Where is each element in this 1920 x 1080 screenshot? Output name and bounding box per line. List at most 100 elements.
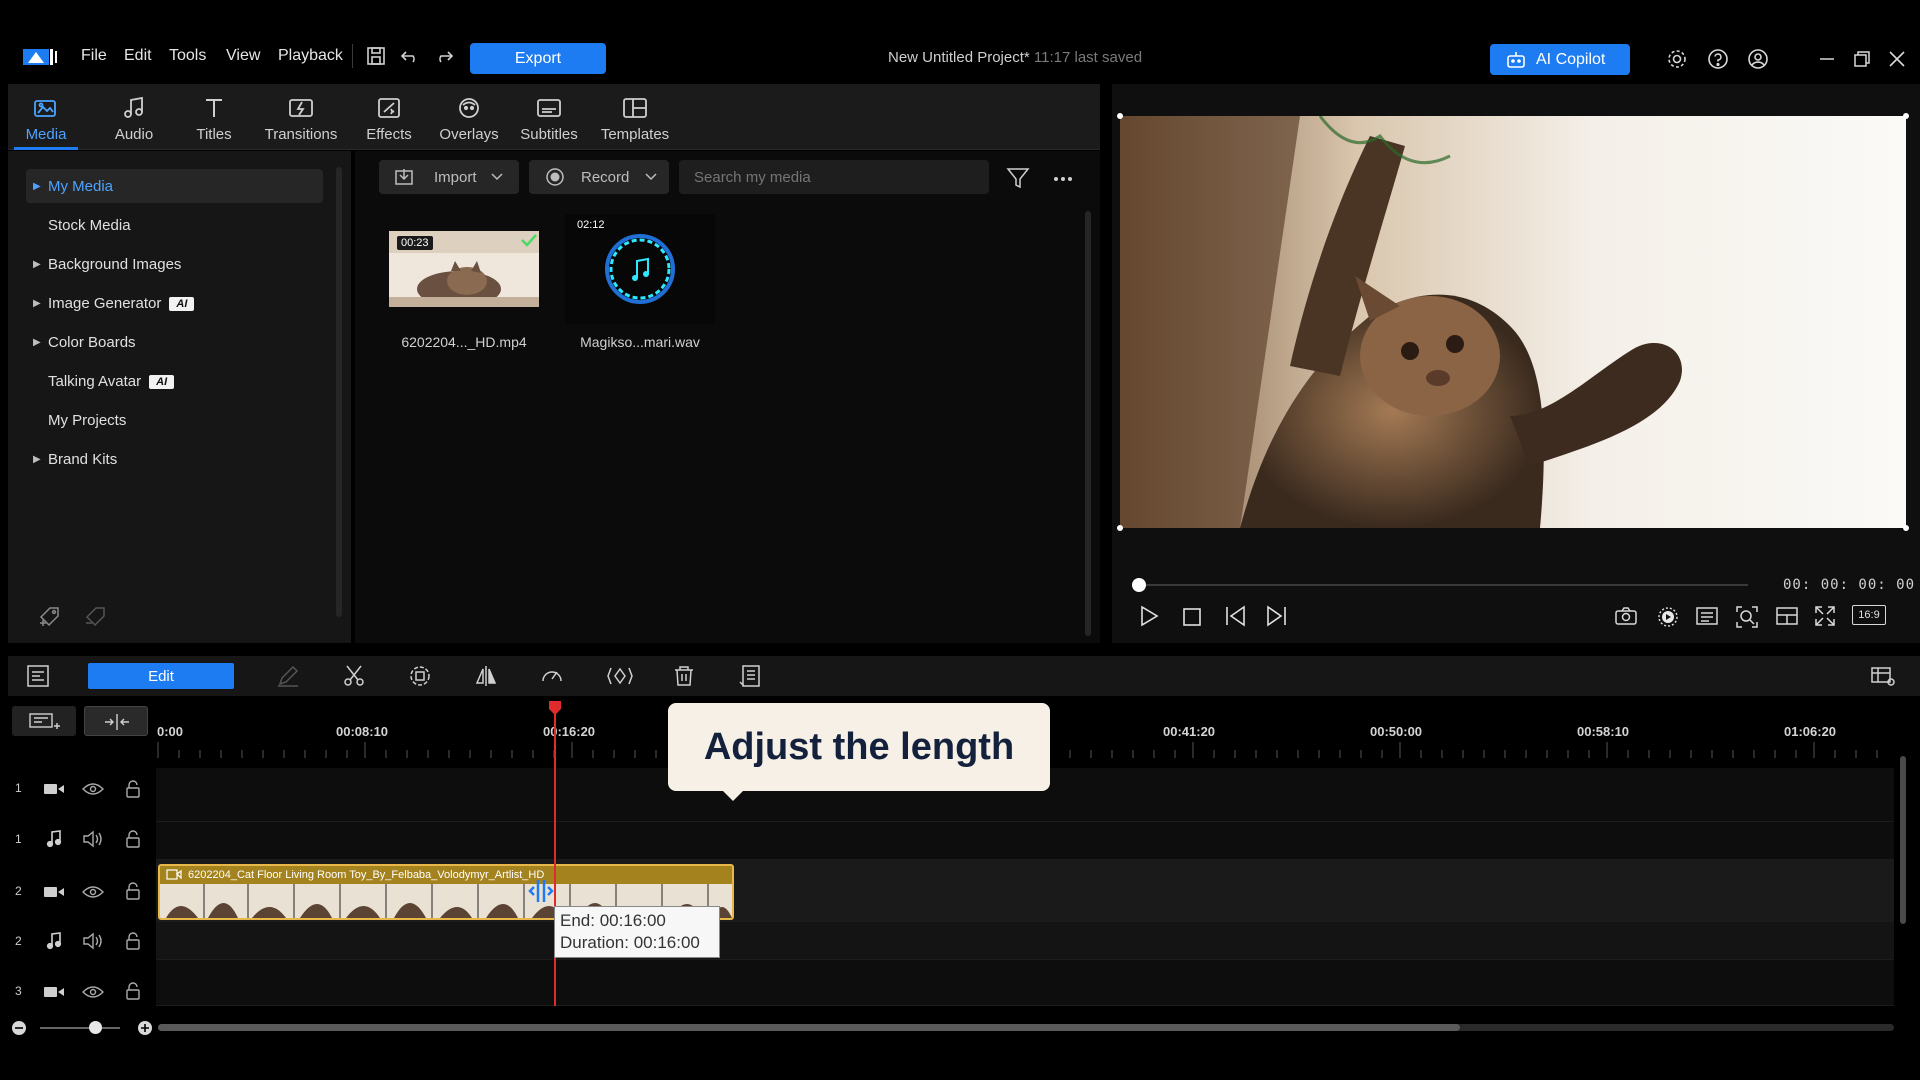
close-icon[interactable] <box>1888 50 1906 68</box>
fullscreen-icon[interactable] <box>1814 605 1836 627</box>
lock-icon[interactable] <box>125 830 141 848</box>
track-video-3[interactable] <box>156 960 1894 1006</box>
speaker-icon[interactable] <box>82 932 104 950</box>
timeline-v-scrollbar[interactable] <box>1900 756 1906 924</box>
sidebar-scrollbar[interactable] <box>336 167 342 617</box>
remove-tag-icon[interactable] <box>84 605 110 627</box>
zoom-fit-icon[interactable] <box>1735 605 1759 629</box>
next-frame-icon[interactable] <box>1264 605 1288 627</box>
expand-arrow-icon[interactable]: ▶ <box>33 337 41 348</box>
previous-frame-icon[interactable] <box>1224 605 1248 627</box>
preview-quality-icon[interactable] <box>1656 605 1680 629</box>
media-scrollbar[interactable] <box>1085 211 1091 636</box>
fit-timeline-button[interactable] <box>84 706 148 736</box>
zoom-slider-handle[interactable] <box>89 1021 102 1034</box>
edit-button[interactable]: Edit <box>88 663 234 689</box>
eye-icon[interactable] <box>82 985 104 999</box>
timeline-settings-icon[interactable] <box>1870 664 1895 688</box>
trash-icon[interactable] <box>672 664 696 688</box>
stop-icon[interactable] <box>1182 607 1202 627</box>
resize-handle[interactable] <box>1903 113 1909 119</box>
undo-icon[interactable] <box>398 44 422 68</box>
restore-icon[interactable] <box>1853 50 1871 68</box>
snapshot-icon[interactable] <box>1614 606 1638 626</box>
tab-overlays[interactable]: Overlays <box>430 84 508 150</box>
menu-playback[interactable]: Playback <box>278 47 343 65</box>
ai-copilot-label: AI Copilot <box>1536 50 1606 68</box>
expand-arrow-icon[interactable]: ▶ <box>33 454 41 465</box>
minimize-icon[interactable] <box>1818 50 1836 68</box>
eye-icon[interactable] <box>82 782 104 796</box>
filter-icon[interactable] <box>1006 166 1030 190</box>
pen-icon[interactable] <box>276 664 300 688</box>
sidebar-item-background-images[interactable]: Background Images <box>48 256 181 273</box>
sidebar-item-image-generator[interactable]: Image Generator AI <box>48 295 195 312</box>
resize-handle[interactable] <box>1117 525 1123 531</box>
scrubber-handle[interactable] <box>1132 578 1146 592</box>
resize-handle[interactable] <box>1117 113 1123 119</box>
ai-copilot-button[interactable]: AI Copilot <box>1490 44 1630 75</box>
zoom-out-icon[interactable] <box>11 1020 27 1036</box>
aspect-ratio-button[interactable]: 16:9 <box>1852 605 1886 625</box>
play-icon[interactable] <box>1138 605 1160 627</box>
track-audio-1[interactable] <box>156 822 1894 860</box>
track-audio-2[interactable] <box>156 922 1894 960</box>
sidebar-item-color-boards[interactable]: Color Boards <box>48 334 136 351</box>
subtitles-toggle-icon[interactable] <box>1695 606 1719 626</box>
expand-arrow-icon[interactable]: ▶ <box>33 181 41 192</box>
zoom-in-icon[interactable] <box>137 1020 153 1036</box>
playhead-line[interactable] <box>554 714 556 1006</box>
import-button[interactable]: Import <box>379 160 519 194</box>
add-track-icon <box>29 713 60 729</box>
tab-transitions[interactable]: Transitions <box>258 84 344 150</box>
keyframe-icon[interactable] <box>606 664 633 688</box>
menu-edit[interactable]: Edit <box>124 47 152 65</box>
add-track-button[interactable] <box>12 706 76 736</box>
record-button[interactable]: Record <box>529 160 669 194</box>
eye-icon[interactable] <box>82 885 104 899</box>
gear-icon[interactable] <box>1666 48 1688 70</box>
menu-tools[interactable]: Tools <box>169 47 206 65</box>
search-input[interactable] <box>679 160 989 194</box>
sidebar-item-talking-avatar[interactable]: Talking Avatar AI <box>48 373 175 390</box>
save-icon[interactable] <box>364 44 388 68</box>
lock-icon[interactable] <box>125 932 141 950</box>
tab-templates[interactable]: Templates <box>592 84 678 150</box>
more-options-icon[interactable] <box>1053 176 1073 182</box>
export-button[interactable]: Export <box>470 43 606 74</box>
layout-icon[interactable] <box>1775 606 1799 626</box>
speed-icon[interactable] <box>540 664 564 688</box>
lock-icon[interactable] <box>125 780 141 798</box>
preview-scrubber[interactable] <box>1138 584 1748 586</box>
lock-icon[interactable] <box>125 982 141 1000</box>
timeline-tools-icon[interactable] <box>26 664 50 688</box>
menu-view[interactable]: View <box>226 47 260 65</box>
preview-video-frame[interactable] <box>1120 116 1906 528</box>
lock-icon[interactable] <box>125 882 141 900</box>
sidebar-item-brand-kits[interactable]: Brand Kits <box>48 451 117 468</box>
trim-cursor-icon[interactable] <box>528 878 554 904</box>
zoom-slider-track[interactable] <box>40 1027 120 1029</box>
scissors-icon[interactable] <box>342 664 366 688</box>
resize-handle[interactable] <box>1903 525 1909 531</box>
timeline-h-scrollbar[interactable] <box>158 1024 1460 1031</box>
sidebar-item-my-projects[interactable]: My Projects <box>48 412 126 429</box>
tab-media[interactable]: Media <box>14 84 78 150</box>
expand-arrow-icon[interactable]: ▶ <box>33 298 41 309</box>
sidebar-item-stock-media[interactable]: Stock Media <box>48 217 131 234</box>
help-icon[interactable] <box>1707 48 1729 70</box>
flip-icon[interactable] <box>474 664 498 688</box>
account-icon[interactable] <box>1747 48 1769 70</box>
expand-arrow-icon[interactable]: ▶ <box>33 259 41 270</box>
redo-icon[interactable] <box>432 44 456 68</box>
sidebar-item-my-media[interactable]: My Media <box>48 178 113 195</box>
tab-subtitles[interactable]: Subtitles <box>510 84 588 150</box>
add-tag-icon[interactable] <box>38 605 64 627</box>
menu-file[interactable]: File <box>81 47 107 65</box>
speaker-icon[interactable] <box>82 830 104 848</box>
crop-rotate-icon[interactable] <box>408 664 432 688</box>
tools-menu-icon[interactable] <box>738 664 762 688</box>
tab-effects[interactable]: Effects <box>354 84 424 150</box>
tab-titles[interactable]: Titles <box>184 84 244 150</box>
tab-audio[interactable]: Audio <box>100 84 168 150</box>
